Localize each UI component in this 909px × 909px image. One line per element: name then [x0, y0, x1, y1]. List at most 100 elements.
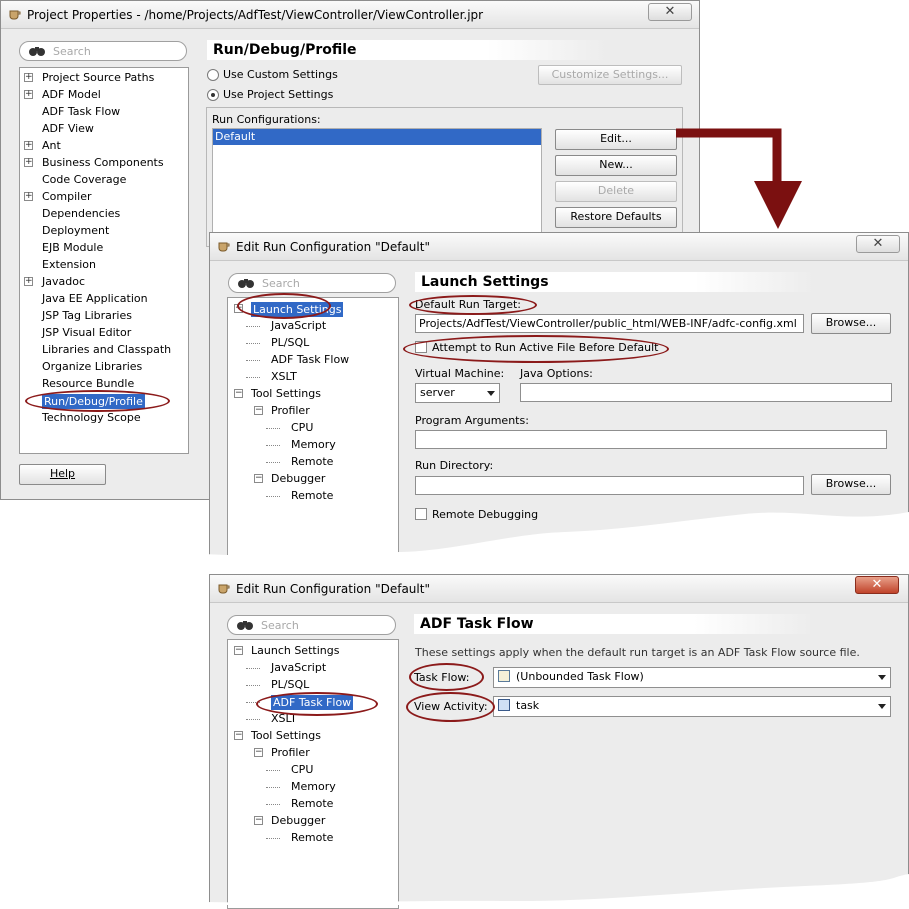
- edit-label: Edit...: [600, 132, 632, 145]
- run-configurations-list[interactable]: Default: [212, 128, 542, 238]
- title-bar: Edit Run Configuration "Default" ✕: [210, 575, 908, 603]
- search-input[interactable]: Search: [19, 41, 187, 61]
- browse-label: Browse...: [825, 316, 877, 329]
- search-input[interactable]: Search: [228, 273, 396, 293]
- close-button[interactable]: ✕: [855, 576, 899, 594]
- restore-defaults-button[interactable]: Restore Defaults: [555, 207, 677, 228]
- window-title: Project Properties - /home/Projects/AdfT…: [27, 8, 484, 22]
- edit-button[interactable]: Edit...: [555, 129, 677, 150]
- sidebar-item-label: ADF View: [42, 122, 94, 135]
- run-directory-field[interactable]: [415, 476, 804, 495]
- section-title: ADF Task Flow: [420, 616, 534, 632]
- tree-connector: [266, 770, 280, 771]
- sidebar-item-label: JSP Tag Libraries: [42, 309, 132, 322]
- expand-icon[interactable]: +: [24, 90, 33, 99]
- list-item[interactable]: Default: [213, 129, 541, 145]
- use-project-settings-radio[interactable]: [207, 89, 219, 101]
- annotation-oval-attempt-run: [403, 335, 669, 363]
- chevron-down-icon: [878, 704, 886, 709]
- tree-connector: [246, 343, 260, 344]
- collapse-icon[interactable]: −: [254, 474, 263, 483]
- expand-icon[interactable]: +: [24, 277, 33, 286]
- tree-connector: [266, 462, 280, 463]
- sidebar-item-label: Libraries and Classpath: [42, 343, 172, 356]
- search-placeholder: Search: [262, 277, 300, 290]
- sidebar-item-label: EJB Module: [42, 241, 104, 254]
- collapse-icon[interactable]: −: [254, 406, 263, 415]
- collapse-icon[interactable]: −: [254, 748, 263, 757]
- search-input[interactable]: Search: [227, 615, 396, 635]
- tree-item-label: ADF Task Flow: [271, 353, 350, 366]
- tree-connector: [266, 496, 280, 497]
- delete-label: Delete: [597, 184, 635, 197]
- binoculars-icon: [237, 621, 253, 630]
- tree-item-label: Tool Settings: [251, 387, 321, 400]
- tree-item-label: Profiler: [271, 404, 310, 417]
- delete-button[interactable]: Delete: [555, 181, 677, 202]
- sidebar-item-label: Code Coverage: [42, 173, 127, 186]
- collapse-icon[interactable]: −: [234, 646, 243, 655]
- annotation-oval-default-run-target: [409, 295, 537, 315]
- tree-item-label: Remote: [291, 455, 334, 468]
- browse-label: Browse...: [825, 477, 877, 490]
- tree-item-label: Memory: [291, 780, 336, 793]
- tree-item-label: Remote: [291, 797, 334, 810]
- java-options-field[interactable]: [520, 383, 892, 402]
- sidebar-item-label: Deployment: [42, 224, 110, 237]
- tree-connector: [246, 377, 260, 378]
- sidebar-item-label: Project Source Paths: [42, 71, 155, 84]
- default-run-target-field[interactable]: Projects/AdfTest/ViewController/public_h…: [415, 314, 804, 333]
- description-text: These settings apply when the default ru…: [415, 646, 860, 659]
- task-flow-icon: [498, 670, 510, 682]
- task-flow-select[interactable]: (Unbounded Task Flow): [493, 667, 891, 688]
- sidebar-item-label: Java EE Application: [42, 292, 148, 305]
- collapse-icon[interactable]: −: [234, 731, 243, 740]
- help-button[interactable]: Help: [19, 464, 106, 485]
- tree-connector: [246, 685, 260, 686]
- tree-item-label: Profiler: [271, 746, 310, 759]
- search-placeholder: Search: [53, 45, 91, 58]
- collapse-icon[interactable]: −: [254, 816, 263, 825]
- program-arguments-field[interactable]: [415, 430, 887, 449]
- use-custom-settings-label: Use Custom Settings: [223, 68, 338, 81]
- tree-connector: [266, 838, 280, 839]
- customize-settings-button[interactable]: Customize Settings...: [538, 65, 682, 85]
- binoculars-icon: [238, 279, 254, 288]
- close-button[interactable]: ✕: [856, 235, 900, 253]
- tree-item-label: CPU: [291, 421, 314, 434]
- expand-icon[interactable]: +: [24, 73, 33, 82]
- sidebar-item-label: Javadoc: [42, 275, 85, 288]
- annotation-oval-launch-settings: [237, 293, 331, 319]
- annotation-oval-task-flow: [409, 663, 484, 691]
- task-flow-value: (Unbounded Task Flow): [516, 670, 644, 683]
- view-activity-select[interactable]: task: [493, 696, 891, 717]
- tree-item-label: Memory: [291, 438, 336, 451]
- section-header: Run/Debug/Profile: [207, 40, 607, 60]
- sidebar-item-label: Resource Bundle: [42, 377, 135, 390]
- tree-connector: [246, 360, 260, 361]
- new-button[interactable]: New...: [555, 155, 677, 176]
- expand-icon[interactable]: +: [24, 141, 33, 150]
- customize-settings-label: Customize Settings...: [551, 68, 669, 81]
- expand-icon[interactable]: +: [24, 158, 33, 167]
- title-bar: Edit Run Configuration "Default" ✕: [210, 233, 908, 261]
- browse-button[interactable]: Browse...: [811, 474, 891, 495]
- collapse-icon[interactable]: −: [234, 389, 243, 398]
- tree-item-label: Debugger: [271, 472, 326, 485]
- close-button[interactable]: ✕: [648, 3, 692, 21]
- sidebar-item-label: Compiler: [42, 190, 92, 203]
- use-project-settings-label: Use Project Settings: [223, 88, 334, 101]
- browse-button[interactable]: Browse...: [811, 313, 891, 334]
- virtual-machine-value: server: [420, 386, 455, 399]
- view-activity-icon: [498, 699, 510, 711]
- expand-icon[interactable]: +: [24, 192, 33, 201]
- sidebar-item-label: Business Components: [42, 156, 164, 169]
- use-custom-settings-radio[interactable]: [207, 69, 219, 81]
- sidebar-item-label: Extension: [42, 258, 97, 271]
- chevron-down-icon: [487, 391, 495, 396]
- virtual-machine-select[interactable]: server: [415, 383, 500, 403]
- tree-item-label: Remote: [291, 489, 334, 502]
- sidebar-item-label: ADF Model: [42, 88, 101, 101]
- section-header: ADF Task Flow: [414, 614, 814, 634]
- sidebar-item-label: Ant: [42, 139, 61, 152]
